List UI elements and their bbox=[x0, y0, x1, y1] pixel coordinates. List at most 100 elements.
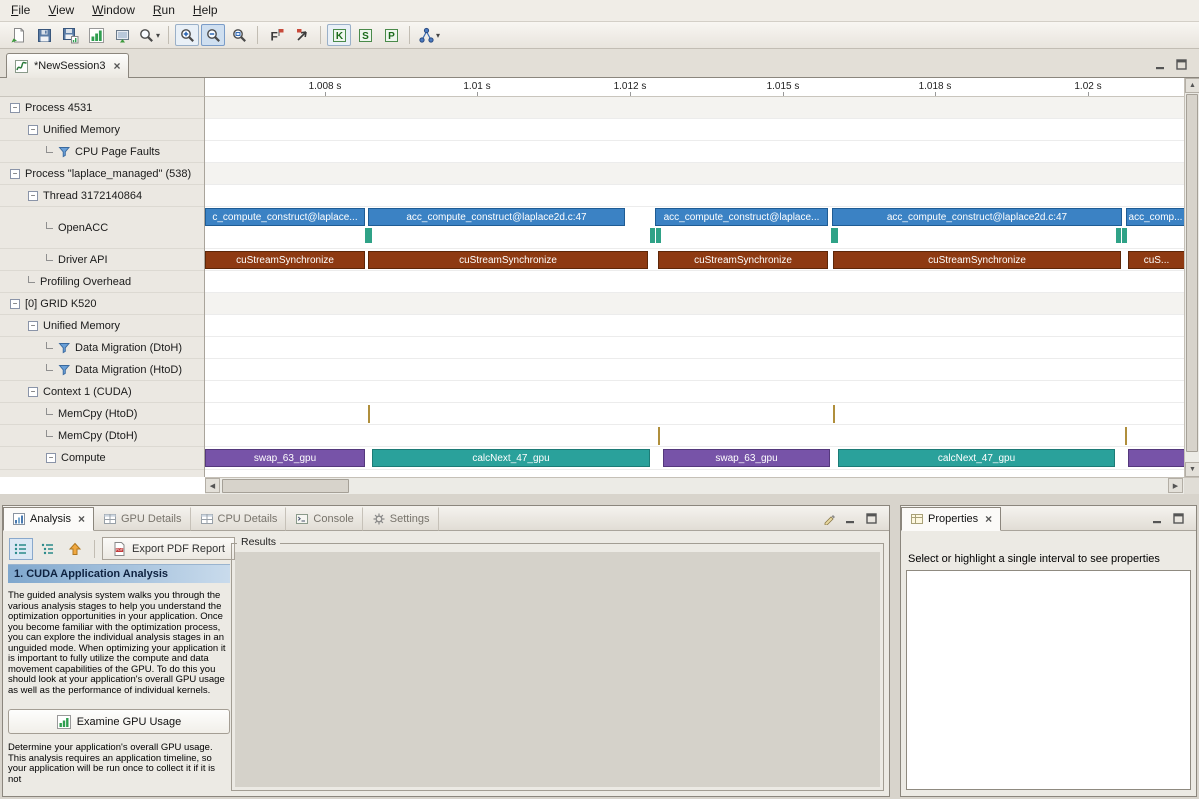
tree-row-context-1-cuda[interactable]: −Context 1 (CUDA) bbox=[0, 381, 204, 403]
process-timeline-toggle-button[interactable]: P bbox=[379, 24, 403, 46]
menu-file[interactable]: File bbox=[2, 0, 39, 21]
interval-driver-api[interactable]: cuStreamSynchronize bbox=[833, 251, 1121, 269]
marker-openacc-markers[interactable] bbox=[656, 228, 661, 243]
tab-close-icon[interactable]: × bbox=[78, 512, 85, 526]
save-timeline-button[interactable] bbox=[58, 24, 82, 46]
maximize-icon[interactable] bbox=[1171, 511, 1186, 525]
collapse-icon[interactable]: − bbox=[28, 321, 38, 331]
collapse-icon[interactable]: − bbox=[10, 169, 20, 179]
interval-driver-api[interactable]: cuStreamSynchronize bbox=[658, 251, 828, 269]
interval-compute[interactable]: swap_63_gpu bbox=[205, 449, 365, 467]
tree-row-data-migration-htod[interactable]: Data Migration (HtoD) bbox=[0, 359, 204, 381]
interval-openacc[interactable]: acc_comp... bbox=[1126, 208, 1185, 226]
properties-tab-properties[interactable]: Properties× bbox=[901, 507, 1001, 531]
marker-openacc-markers[interactable] bbox=[1116, 228, 1121, 243]
tree-row-process-4531[interactable]: −Process 4531 bbox=[0, 97, 204, 119]
unguided-analysis-mode-button[interactable] bbox=[36, 538, 60, 560]
scroll-right-icon[interactable]: ▶ bbox=[1168, 478, 1183, 493]
guided-analysis-mode-button[interactable] bbox=[9, 538, 33, 560]
maximize-icon[interactable] bbox=[864, 511, 879, 525]
marker-memcpy-htod[interactable] bbox=[833, 405, 835, 423]
view-menu-pencil-icon[interactable] bbox=[822, 511, 837, 525]
kernel-timeline-toggle-button[interactable]: K bbox=[327, 24, 351, 46]
marker-openacc-markers[interactable] bbox=[365, 228, 372, 243]
zoom-out-button[interactable] bbox=[201, 24, 225, 46]
analysis-tab-gpu-details[interactable]: GPU Details bbox=[94, 507, 191, 531]
scroll-up-icon[interactable]: ▲ bbox=[1185, 78, 1199, 93]
analysis-tab-cpu-details[interactable]: CPU Details bbox=[191, 507, 287, 531]
tab-close-icon[interactable]: × bbox=[985, 512, 992, 526]
collapse-icon[interactable]: − bbox=[28, 191, 38, 201]
tree-row-unified-memory[interactable]: −Unified Memory bbox=[0, 315, 204, 337]
interval-driver-api[interactable]: cuS... bbox=[1128, 251, 1185, 269]
interval-openacc[interactable]: acc_compute_construct@laplace2d.c:47 bbox=[832, 208, 1122, 226]
marker-openacc-markers[interactable] bbox=[831, 228, 838, 243]
zoom-tool-button[interactable]: ▾ bbox=[136, 24, 162, 46]
tree-row-driver-api[interactable]: Driver API bbox=[0, 249, 204, 271]
horizontal-scroll-thumb[interactable] bbox=[222, 479, 349, 493]
scroll-left-icon[interactable]: ◀ bbox=[205, 478, 220, 493]
tree-row-compute[interactable]: −Compute bbox=[0, 447, 204, 470]
session-tab-close-icon[interactable]: × bbox=[114, 59, 121, 73]
interval-openacc[interactable]: acc_compute_construct@laplace2d.c:47 bbox=[368, 208, 625, 226]
zoom-tool-dropdown-icon[interactable]: ▾ bbox=[156, 31, 160, 40]
collapse-icon[interactable]: − bbox=[28, 387, 38, 397]
tree-row-cpu-page-faults[interactable]: CPU Page Faults bbox=[0, 141, 204, 163]
new-session-button[interactable] bbox=[6, 24, 30, 46]
interval-driver-api[interactable]: cuStreamSynchronize bbox=[368, 251, 648, 269]
export-pdf-report-button[interactable]: PDF Export PDF Report bbox=[102, 537, 235, 560]
tree-row-openacc[interactable]: OpenACC bbox=[0, 207, 204, 249]
marker-openacc-markers[interactable] bbox=[1122, 228, 1127, 243]
run-analysis-dropdown-icon[interactable]: ▾ bbox=[436, 31, 440, 40]
examine-gpu-usage-button[interactable]: Examine GPU Usage bbox=[8, 709, 230, 734]
marker-memcpy-htod[interactable] bbox=[368, 405, 370, 423]
marker-openacc-markers[interactable] bbox=[650, 228, 655, 243]
menu-help[interactable]: Help bbox=[184, 0, 227, 21]
minimize-icon[interactable] bbox=[843, 511, 858, 525]
reset-zoom-button[interactable] bbox=[227, 24, 251, 46]
timeline-canvas[interactable]: c_compute_construct@laplace...acc_comput… bbox=[205, 97, 1184, 477]
zoom-in-button[interactable] bbox=[175, 24, 199, 46]
back-up-analysis-button[interactable] bbox=[63, 538, 87, 560]
tree-row-process-laplace-managed-538[interactable]: −Process "laplace_managed" (538) bbox=[0, 163, 204, 185]
horizontal-scrollbar[interactable]: ◀ ▶ bbox=[205, 477, 1199, 494]
collapse-icon[interactable]: − bbox=[28, 125, 38, 135]
run-analysis-button[interactable]: ▾ bbox=[416, 24, 442, 46]
collapse-icon[interactable]: − bbox=[46, 453, 56, 463]
collapse-icon[interactable]: − bbox=[10, 299, 20, 309]
interval-openacc[interactable]: c_compute_construct@laplace... bbox=[205, 208, 365, 226]
minimize-icon[interactable] bbox=[1150, 511, 1165, 525]
marker-memcpy-dtoh[interactable] bbox=[1125, 427, 1127, 445]
interval-compute[interactable]: swap_63_gpu bbox=[663, 449, 830, 467]
tree-row-data-migration-dtoh[interactable]: Data Migration (DtoH) bbox=[0, 337, 204, 359]
minimize-icon[interactable] bbox=[1153, 57, 1168, 71]
go-to-flag-button[interactable]: F bbox=[264, 24, 288, 46]
interval-openacc[interactable]: acc_compute_construct@laplace... bbox=[655, 208, 828, 226]
interval-compute[interactable] bbox=[1128, 449, 1185, 467]
analysis-tab-console[interactable]: Console bbox=[286, 507, 362, 531]
menu-run[interactable]: Run bbox=[144, 0, 184, 21]
analysis-tab-settings[interactable]: Settings bbox=[363, 507, 439, 531]
tree-row-unified-memory[interactable]: −Unified Memory bbox=[0, 119, 204, 141]
tree-row-memcpy-dtoh[interactable]: MemCpy (DtoH) bbox=[0, 425, 204, 447]
previous-flag-button[interactable] bbox=[290, 24, 314, 46]
collapse-icon[interactable]: − bbox=[10, 103, 20, 113]
show-analysis-chart-button[interactable] bbox=[84, 24, 108, 46]
menu-view[interactable]: View bbox=[39, 0, 83, 21]
interval-compute[interactable]: calcNext_47_gpu bbox=[838, 449, 1115, 467]
menu-window[interactable]: Window bbox=[83, 0, 144, 21]
stream-timeline-toggle-button[interactable]: S bbox=[353, 24, 377, 46]
tree-row-0-grid-k520[interactable]: −[0] GRID K520 bbox=[0, 293, 204, 315]
tree-row-memcpy-htod[interactable]: MemCpy (HtoD) bbox=[0, 403, 204, 425]
export-timeline-button[interactable] bbox=[110, 24, 134, 46]
maximize-icon[interactable] bbox=[1174, 57, 1189, 71]
marker-memcpy-dtoh[interactable] bbox=[658, 427, 660, 445]
interval-compute[interactable]: calcNext_47_gpu bbox=[372, 449, 650, 467]
tree-row-thread-3172140864[interactable]: −Thread 3172140864 bbox=[0, 185, 204, 207]
vertical-scrollbar[interactable]: ▲ ▼ bbox=[1184, 78, 1199, 477]
scroll-down-icon[interactable]: ▼ bbox=[1185, 462, 1199, 477]
vertical-scroll-thumb[interactable] bbox=[1186, 94, 1198, 452]
tree-row-profiling-overhead[interactable]: Profiling Overhead bbox=[0, 271, 204, 293]
session-tab[interactable]: *NewSession3 × bbox=[6, 53, 129, 78]
interval-driver-api[interactable]: cuStreamSynchronize bbox=[205, 251, 365, 269]
